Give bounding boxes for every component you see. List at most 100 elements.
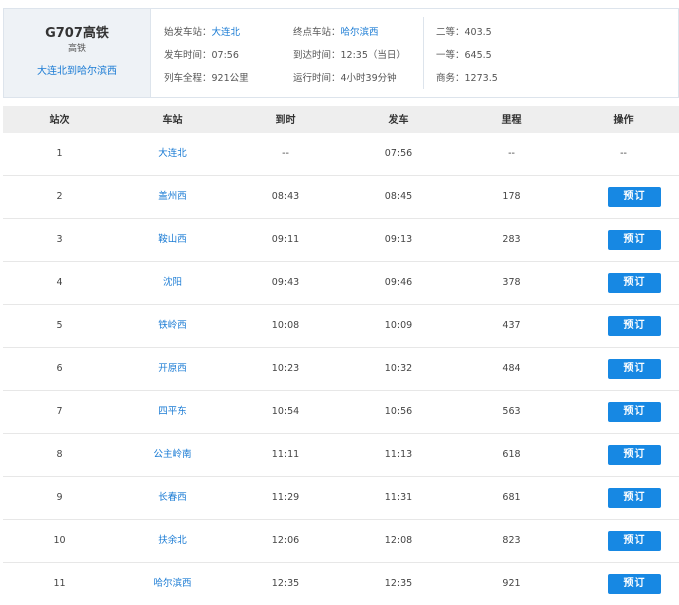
book-button[interactable]: 预订 <box>608 316 661 336</box>
mileage-cell: 823 <box>502 535 521 546</box>
depart-time-cell: 10:09 <box>384 320 413 331</box>
mileage-cell: 921 <box>502 578 521 589</box>
mileage-cell: 378 <box>502 277 521 288</box>
arrive-time-cell: 11:29 <box>271 492 300 503</box>
table-row: 10 扶余北 12:06 12:08 823 预订 <box>3 520 679 563</box>
table-row: 3 鞍山西 09:11 09:13 283 预订 <box>3 219 679 262</box>
stop-no-cell: 4 <box>56 277 63 288</box>
table-row: 11 哈尔滨西 12:35 12:35 921 预订 <box>3 563 679 605</box>
station-link[interactable]: 公主岭南 <box>116 434 229 476</box>
arrive-time-value: 12:35（当日） <box>340 50 406 61</box>
table-row: 5 铁岭西 10:08 10:09 437 预订 <box>3 305 679 348</box>
station-link[interactable]: 哈尔滨西 <box>116 563 229 605</box>
fare-label: 一等： <box>436 50 465 61</box>
station-link[interactable]: 四平东 <box>116 391 229 433</box>
table-row: 9 长春西 11:29 11:31 681 预订 <box>3 477 679 520</box>
mileage-cell: 563 <box>502 406 521 417</box>
mileage-cell: -- <box>508 148 515 159</box>
depart-time-label: 发车时间： <box>164 50 212 61</box>
station-link[interactable]: 沈阳 <box>116 262 229 304</box>
depart-time-cell: 11:13 <box>384 449 413 460</box>
header-depart: 发车 <box>388 115 409 126</box>
info-divider <box>423 17 424 89</box>
depart-time-cell: 07:56 <box>384 148 413 159</box>
header-station: 车站 <box>162 115 183 126</box>
fare-business-class: 商务：1273.5 <box>436 70 498 84</box>
table-row: 6 开原西 10:23 10:32 484 预订 <box>3 348 679 391</box>
station-link[interactable]: 扶余北 <box>116 520 229 562</box>
stop-no-cell: 1 <box>56 148 63 159</box>
header-mileage: 里程 <box>501 115 522 126</box>
book-button[interactable]: 预订 <box>608 445 661 465</box>
fare-price: 403.5 <box>464 27 492 38</box>
table-row: 8 公主岭南 11:11 11:13 618 预订 <box>3 434 679 477</box>
header-arrive: 到时 <box>275 115 296 126</box>
book-button[interactable]: 预订 <box>608 574 661 594</box>
fare-first-class: 一等：645.5 <box>436 47 492 61</box>
start-station-label: 始发车站： <box>164 27 212 38</box>
stops-table-header: 站次 车站 到时 发车 里程 操作 <box>3 106 679 136</box>
book-button[interactable]: 预订 <box>608 488 661 508</box>
table-row: 4 沈阳 09:43 09:46 378 预订 <box>3 262 679 305</box>
stop-no-cell: 3 <box>56 234 63 245</box>
station-link[interactable]: 铁岭西 <box>116 305 229 347</box>
arrive-time-cell: 09:11 <box>271 234 300 245</box>
book-button[interactable]: 预订 <box>608 402 661 422</box>
arrive-time-cell: 10:23 <box>271 363 300 374</box>
depart-time-cell: 12:35 <box>384 578 413 589</box>
duration-label: 运行时间： <box>293 73 341 84</box>
book-button[interactable]: 预订 <box>608 359 661 379</box>
action-placeholder: -- <box>620 148 627 159</box>
arrive-time-cell: -- <box>282 148 289 159</box>
station-link[interactable]: 盖州西 <box>116 176 229 218</box>
duration-field: 运行时间：4小时39分钟 <box>293 70 397 84</box>
train-summary: G707高铁 高铁 大连北到哈尔滨西 <box>4 9 151 97</box>
end-station-field: 终点车站：哈尔滨西 <box>293 24 379 38</box>
depart-time-cell: 10:56 <box>384 406 413 417</box>
mileage-cell: 484 <box>502 363 521 374</box>
train-route-link[interactable]: 大连北到哈尔滨西 <box>4 62 150 77</box>
table-row: 2 盖州西 08:43 08:45 178 预订 <box>3 176 679 219</box>
depart-time-cell: 09:46 <box>384 277 413 288</box>
depart-time-cell: 12:08 <box>384 535 413 546</box>
mileage-cell: 437 <box>502 320 521 331</box>
mileage-cell: 681 <box>502 492 521 503</box>
fare-label: 商务： <box>436 73 465 84</box>
stop-no-cell: 2 <box>56 191 63 202</box>
arrive-time-cell: 11:11 <box>271 449 300 460</box>
distance-field: 列车全程：921公里 <box>164 70 249 84</box>
duration-value: 4小时39分钟 <box>340 73 397 84</box>
depart-time-cell: 09:13 <box>384 234 413 245</box>
fare-label: 二等： <box>436 27 465 38</box>
arrive-time-field: 到达时间：12:35（当日） <box>293 47 406 61</box>
depart-time-value: 07:56 <box>211 50 239 61</box>
station-link[interactable]: 鞍山西 <box>116 219 229 261</box>
stop-no-cell: 6 <box>56 363 63 374</box>
start-station-link[interactable]: 大连北 <box>212 27 241 38</box>
end-station-label: 终点车站： <box>293 27 341 38</box>
depart-time-cell: 10:32 <box>384 363 413 374</box>
end-station-link[interactable]: 哈尔滨西 <box>341 27 379 38</box>
book-button[interactable]: 预订 <box>608 230 661 250</box>
depart-time-field: 发车时间：07:56 <box>164 47 239 61</box>
train-code: G707高铁 <box>45 26 109 41</box>
fare-price: 645.5 <box>464 50 492 61</box>
book-button[interactable]: 预订 <box>608 531 661 551</box>
depart-time-cell: 11:31 <box>384 492 413 503</box>
arrive-time-cell: 08:43 <box>271 191 300 202</box>
train-type: 高铁 <box>67 44 86 54</box>
station-link[interactable]: 长春西 <box>116 477 229 519</box>
station-link[interactable]: 大连北 <box>116 133 229 175</box>
depart-time-cell: 08:45 <box>384 191 413 202</box>
book-button[interactable]: 预订 <box>608 273 661 293</box>
stop-no-cell: 7 <box>56 406 63 417</box>
mileage-cell: 178 <box>502 191 521 202</box>
table-row: 7 四平东 10:54 10:56 563 预订 <box>3 391 679 434</box>
station-link[interactable]: 开原西 <box>116 348 229 390</box>
distance-value: 921公里 <box>211 73 249 84</box>
mileage-cell: 283 <box>502 234 521 245</box>
header-action: 操作 <box>613 115 634 126</box>
book-button[interactable]: 预订 <box>608 187 661 207</box>
arrive-time-cell: 09:43 <box>271 277 300 288</box>
fare-second-class: 二等：403.5 <box>436 24 492 38</box>
